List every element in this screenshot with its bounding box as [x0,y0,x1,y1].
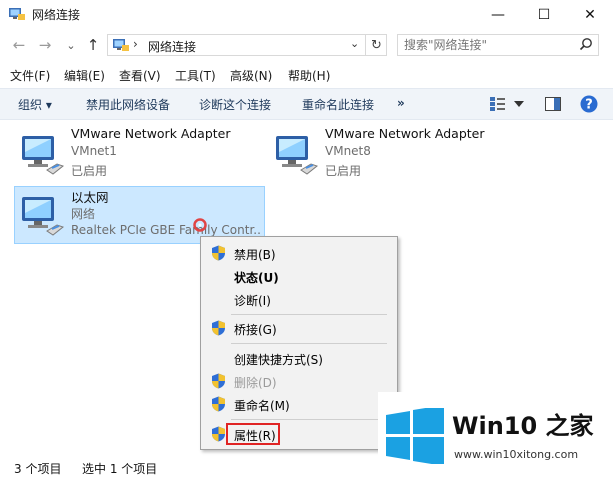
context-menu: 禁用(B) 状态(U) 诊断(I) 桥接(G) 创建快捷方式(S) 删除(D) … [200,236,398,450]
address-row: ← → ⌄ ↑ › 网络连接 ⌄ ↻ [0,30,613,62]
menu-separator [231,419,387,420]
adapter-name: 以太网 [71,190,109,205]
watermark-url: www.win10xitong.com [454,448,579,461]
adapter-description: VMnet8 [325,144,371,158]
address-bar[interactable]: › 网络连接 ⌄ [107,34,387,56]
close-button[interactable]: ✕ [567,0,613,30]
adapter-status: 已启用 [71,164,108,178]
menu-separator [231,343,387,344]
adapter-name: VMware Network Adapter [71,126,231,141]
menu-file[interactable]: 文件(F) [10,67,50,84]
menu-item-label: 禁用(B) [234,248,276,262]
menu-item-label: 删除(D) [234,376,277,390]
breadcrumb-current[interactable]: 网络连接 [148,38,196,55]
menu-edit[interactable]: 编辑(E) [64,67,105,84]
help-icon[interactable]: ? [580,95,598,113]
menu-help[interactable]: 帮助(H) [288,67,330,84]
maximize-button[interactable]: ☐ [521,0,567,30]
minimize-button[interactable]: — [475,0,521,30]
network-folder-icon [9,8,25,20]
adapter-vmnet1[interactable]: VMware Network Adapter VMnet1 已启用 [15,126,265,184]
organize-button[interactable]: 组织 ▾ [18,96,52,113]
menu-item-label: 状态(U) [234,271,279,285]
shield-icon [212,373,225,389]
menu-separator [231,314,387,315]
address-dropdown-icon[interactable]: ⌄ [350,37,359,50]
search-icon[interactable] [579,37,593,51]
menu-item-delete[interactable]: 删除(D) [202,370,396,392]
back-button[interactable]: ← [8,34,30,56]
title-bar: 网络连接 — ☐ ✕ [0,0,613,30]
forward-button[interactable]: → [34,34,56,56]
network-adapter-icon [22,136,65,175]
menu-item-diagnose[interactable]: 诊断(I) [202,288,396,310]
watermark-title: Win10 之家 [452,412,594,440]
network-adapter-icon [276,136,319,175]
menu-item-status[interactable]: 状态(U) [202,265,396,287]
disable-device-button[interactable]: 禁用此网络设备 [86,96,170,113]
adapter-description: VMnet1 [71,144,117,158]
adapter-description: 网络 [71,207,96,221]
menu-item-bridge[interactable]: 桥接(G) [202,317,396,339]
network-folder-icon [113,39,129,51]
windows-logo-icon [386,408,444,464]
shield-icon [212,320,225,336]
watermark: Win10 之家 www.win10xitong.com [378,392,613,480]
more-commands-button[interactable]: » [397,96,405,110]
adapter-name: VMware Network Adapter [325,126,485,141]
menu-view[interactable]: 查看(V) [119,67,161,84]
adapter-status: 已启用 [325,164,362,178]
chevron-down-icon[interactable] [514,101,524,107]
rename-connection-button[interactable]: 重命名此连接 [302,96,374,113]
menu-item-label: 诊断(I) [234,294,271,308]
selected-count: 选中 1 个项目 [82,462,158,476]
up-button[interactable]: ↑ [82,34,104,56]
window-title: 网络连接 [32,8,81,22]
menu-item-label: 重命名(M) [234,399,290,413]
refresh-button[interactable]: ↻ [365,34,387,56]
item-count: 3 个项目 [14,462,62,476]
svg-text:?: ? [585,98,593,113]
shield-icon [212,245,225,261]
preview-pane-icon[interactable] [545,97,561,111]
menu-advanced[interactable]: 高级(N) [230,67,272,84]
adapter-vmnet8[interactable]: VMware Network Adapter VMnet8 已启用 [269,126,519,184]
click-indicator-icon [193,218,207,232]
menu-item-disable[interactable]: 禁用(B) [202,242,396,264]
menu-item-label: 创建快捷方式(S) [234,353,323,367]
shield-icon [212,396,225,412]
menu-bar: 文件(F) 编辑(E) 查看(V) 工具(T) 高级(N) 帮助(H) [0,64,613,86]
menu-item-label: 桥接(G) [234,323,277,337]
menu-item-create-shortcut[interactable]: 创建快捷方式(S) [202,347,396,369]
network-adapter-icon [22,197,65,236]
menu-item-rename[interactable]: 重命名(M) [202,393,396,415]
highlight-box [226,423,280,445]
breadcrumb-separator[interactable]: › [133,37,138,51]
adapter-status: Realtek PCIe GBE Family Contr... [71,223,261,237]
diagnose-connection-button[interactable]: 诊断这个连接 [199,96,271,113]
search-input[interactable] [404,37,569,53]
menu-tools[interactable]: 工具(T) [175,67,216,84]
shield-icon [212,426,225,442]
view-options-icon[interactable] [489,96,507,112]
command-bar: 组织 ▾ 禁用此网络设备 诊断这个连接 重命名此连接 » ? [0,88,613,120]
search-box[interactable] [397,34,599,56]
recent-locations-button[interactable]: ⌄ [60,34,82,56]
